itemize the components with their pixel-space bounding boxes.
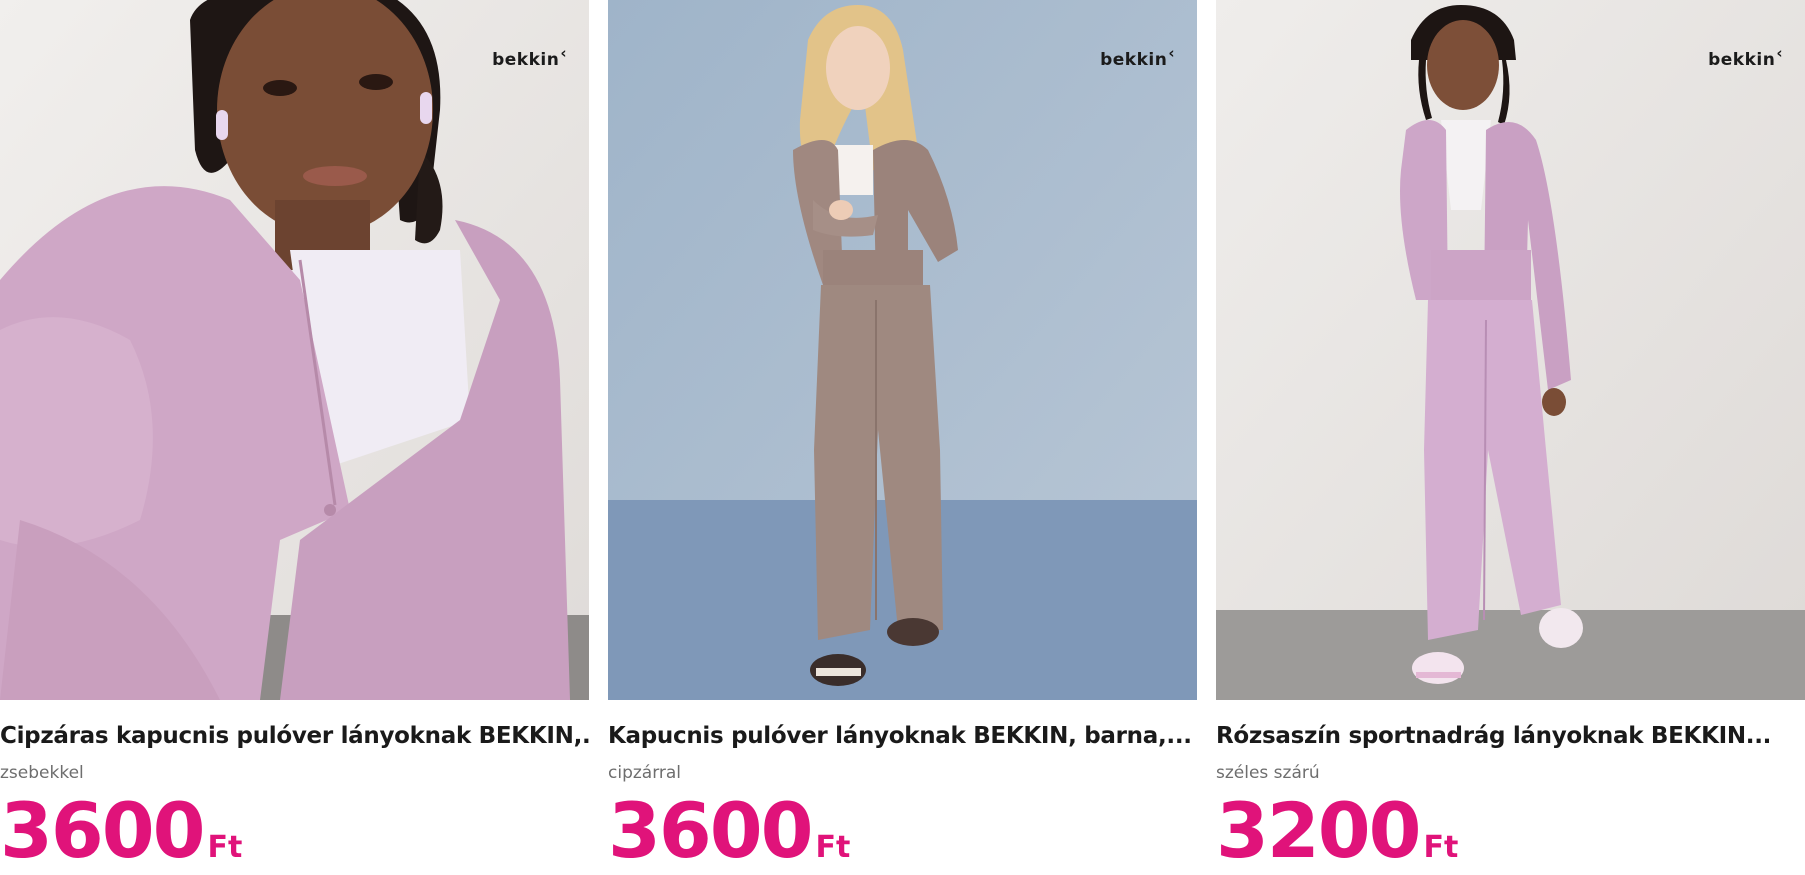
product-image[interactable]: bekkin‹	[1216, 0, 1805, 700]
product-image[interactable]: bekkin‹	[0, 0, 589, 700]
product-card[interactable]: bekkin‹ Kapucnis pulóver lányoknak BEKKI…	[608, 0, 1197, 870]
product-subtitle: széles szárú	[1216, 763, 1320, 783]
product-price: 3200 Ft	[1216, 792, 1459, 870]
product-grid: bekkin‹ Cipzáras kapucnis pulóver lányok…	[0, 0, 1805, 870]
price-amount: 3600	[0, 786, 206, 875]
product-subtitle: zsebekkel	[0, 763, 84, 783]
product-title[interactable]: Rózsaszín sportnadrág lányoknak BEKKIN..…	[1216, 723, 1805, 749]
product-title[interactable]: Kapucnis pulóver lányoknak BEKKIN, barna…	[608, 723, 1197, 749]
brand-logo: bekkin‹	[492, 44, 567, 70]
brand-logo: bekkin‹	[1708, 44, 1783, 70]
product-title[interactable]: Cipzáras kapucnis pulóver lányoknak BEKK…	[0, 723, 589, 749]
price-amount: 3200	[1216, 786, 1422, 875]
product-card[interactable]: bekkin‹ Cipzáras kapucnis pulóver lányok…	[0, 0, 589, 870]
price-amount: 3600	[608, 786, 814, 875]
product-card[interactable]: bekkin‹ Rózsaszín sportnadrág lányoknak …	[1216, 0, 1805, 870]
price-currency: Ft	[815, 830, 851, 865]
product-price: 3600 Ft	[0, 792, 243, 870]
product-image[interactable]: bekkin‹	[608, 0, 1197, 700]
product-price: 3600 Ft	[608, 792, 851, 870]
product-subtitle: cipzárral	[608, 763, 682, 783]
brand-logo: bekkin‹	[1100, 44, 1175, 70]
price-currency: Ft	[1423, 830, 1459, 865]
price-currency: Ft	[207, 830, 243, 865]
